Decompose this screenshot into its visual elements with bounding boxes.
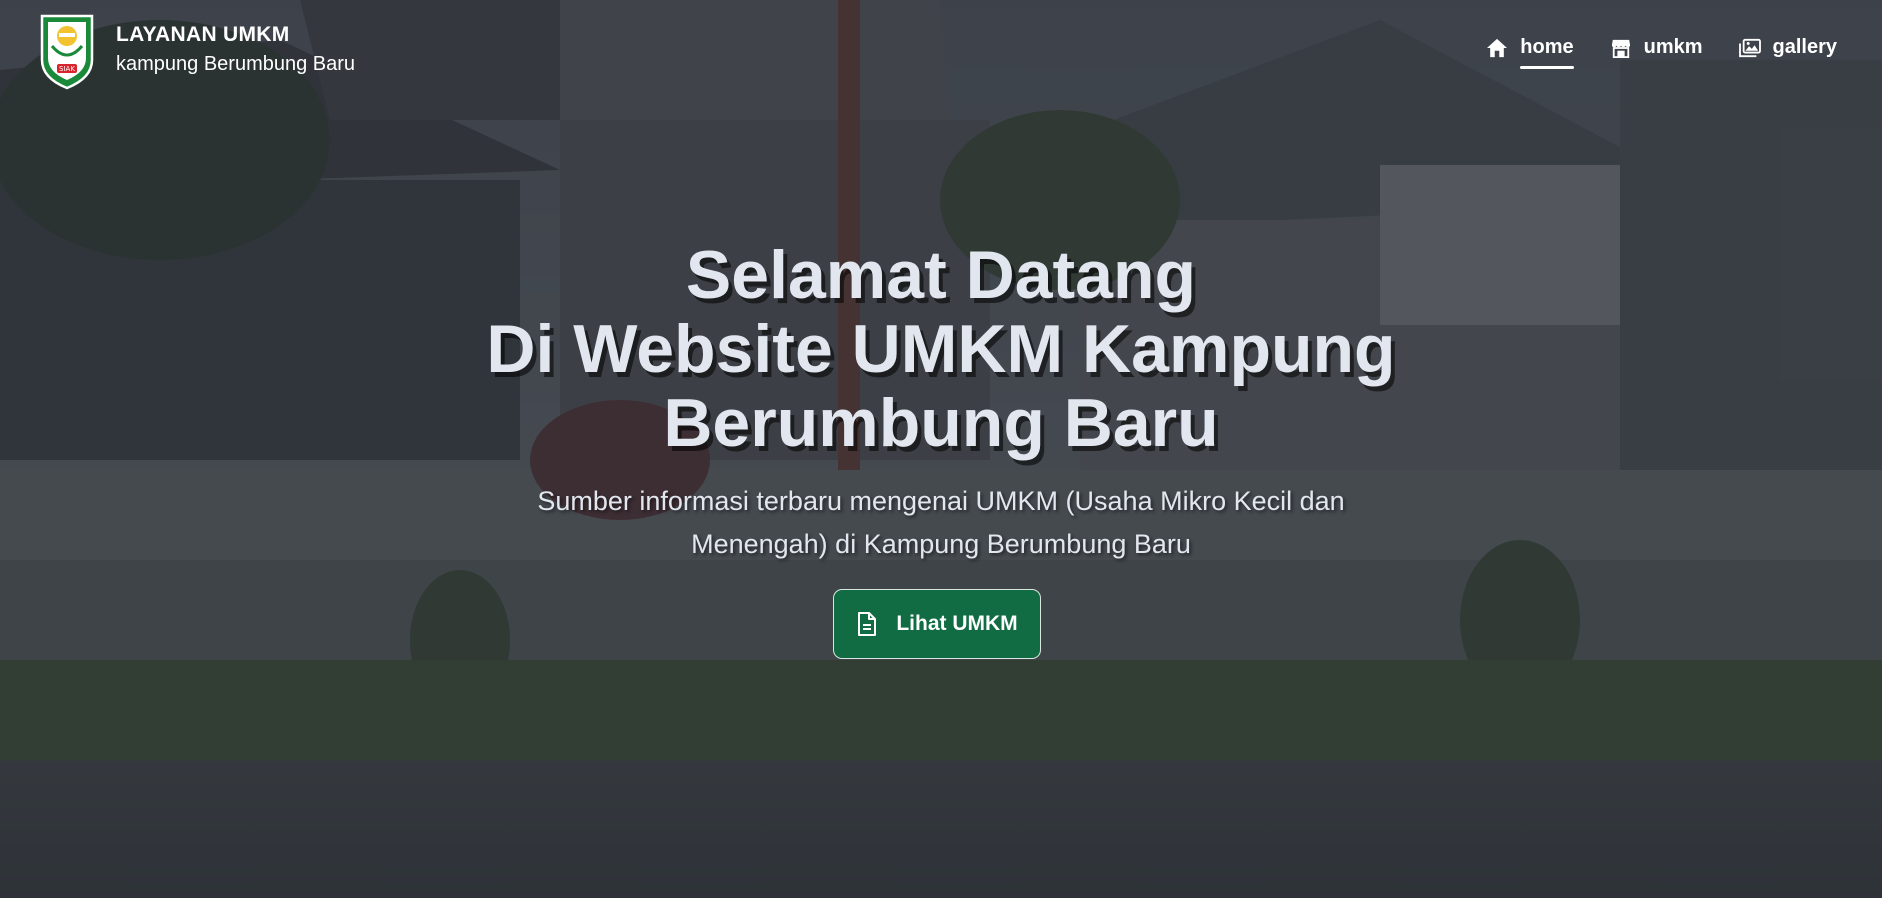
document-icon — [858, 612, 877, 636]
svg-text:SIAK: SIAK — [59, 65, 75, 73]
headline-line-1: Selamat Datang — [685, 237, 1197, 313]
brand-link[interactable]: SIAK LAYANAN UMKM kampung Berumbung Baru — [38, 12, 355, 90]
brand-title: LAYANAN UMKM — [116, 23, 290, 46]
brand-subtitle: kampung Berumbung Baru — [116, 53, 356, 75]
lihat-umkm-label: Lihat UMKM — [896, 612, 1018, 635]
main-nav: home umkm gallery — [1450, 36, 1837, 67]
nav-label-gallery: gallery — [1772, 36, 1837, 58]
nav-item-home[interactable]: home — [1486, 36, 1574, 67]
hero-content: Selamat Datang Di Website UMKM Kampung B… — [0, 238, 1882, 566]
hero-subtitle: Sumber informasi terbaru mengenai UMKM (… — [537, 486, 1345, 559]
store-icon — [1611, 39, 1630, 58]
hero-section: SIAK LAYANAN UMKM kampung Berumbung Baru… — [0, 0, 1882, 898]
navbar: SIAK LAYANAN UMKM kampung Berumbung Baru… — [0, 0, 1882, 110]
nav-item-umkm[interactable]: umkm — [1610, 36, 1703, 67]
headline-line-2: Di Website UMKM Kampung — [486, 311, 1396, 387]
nav-item-gallery[interactable]: gallery — [1738, 36, 1837, 67]
siak-regency-emblem-icon: SIAK — [40, 14, 94, 90]
lihat-umkm-button[interactable]: Lihat UMKM — [833, 589, 1041, 659]
nav-label-umkm: umkm — [1643, 36, 1703, 58]
images-icon — [1738, 38, 1761, 57]
nav-label-home: home — [1520, 36, 1574, 58]
headline-line-3: Berumbung Baru — [663, 385, 1219, 461]
hero-headline: Selamat Datang Di Website UMKM Kampung B… — [0, 238, 1882, 460]
house-icon — [1487, 38, 1508, 57]
